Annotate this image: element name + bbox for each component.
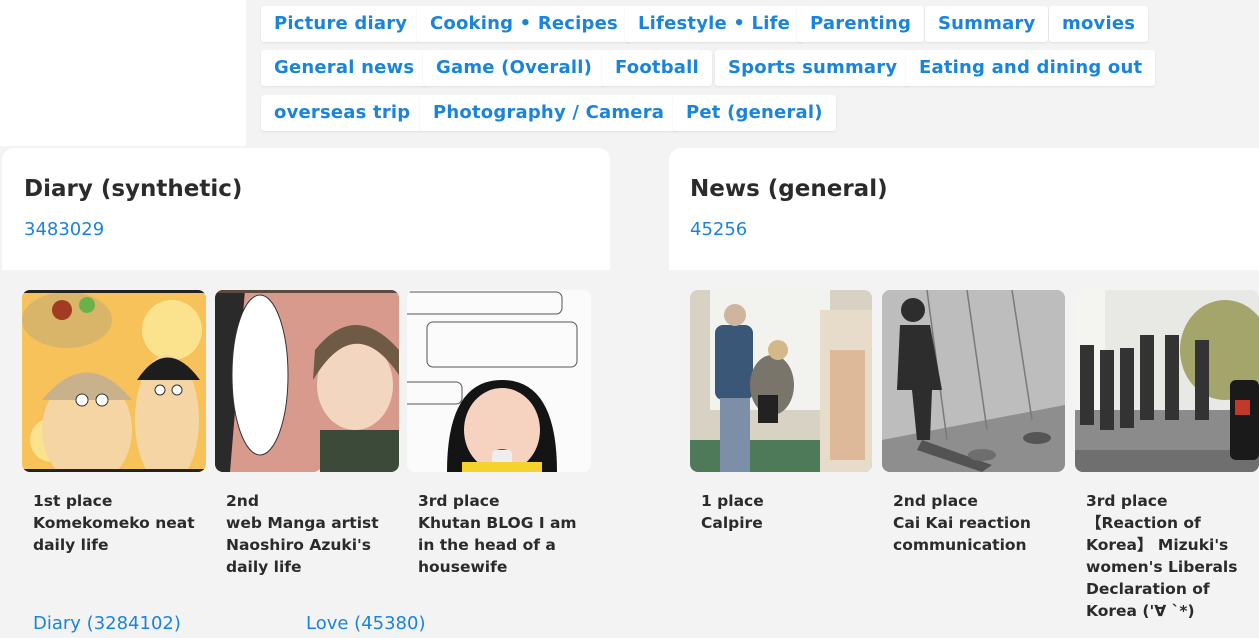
rank-label: 1st place	[33, 492, 113, 510]
subcategory-link-love[interactable]: Love (45380)	[306, 613, 425, 634]
card-count-link[interactable]: 45256	[690, 219, 747, 240]
category-tag-panel: Picture diary Cooking • Recipes Lifestyl…	[246, 0, 1259, 146]
blog-title[interactable]: 【Reaction of Korea】 Mizuki's women's Lib…	[1086, 512, 1256, 622]
tag-cooking-recipes[interactable]: Cooking • Recipes	[417, 6, 631, 42]
thumbnail-manga-2[interactable]	[215, 290, 399, 472]
rank-label: 1 place	[701, 492, 764, 510]
thumbnail-manga-1[interactable]	[22, 290, 206, 472]
blog-title[interactable]: Khutan BLOG I am in the head of a housew…	[418, 512, 588, 578]
subcategory-link-diary[interactable]: Diary (3284102)	[33, 613, 181, 634]
tag-overseas-trip[interactable]: overseas trip	[261, 95, 424, 131]
blog-title[interactable]: web Manga artist Naoshiro Azuki's daily …	[226, 512, 396, 578]
ranking-caption-3[interactable]: 3rd place Khutan BLOG I am in the head o…	[418, 490, 588, 578]
tag-general-news[interactable]: General news	[261, 50, 428, 86]
card-count-link[interactable]: 3483029	[24, 219, 104, 240]
card-title[interactable]: Diary (synthetic)	[24, 176, 242, 202]
tag-sports-summary[interactable]: Sports summary	[715, 50, 911, 86]
ranking-caption-3[interactable]: 3rd place 【Reaction of Korea】 Mizuki's w…	[1086, 490, 1256, 622]
blog-title[interactable]: Komekomeko neat daily life	[33, 512, 203, 556]
tag-pet-general[interactable]: Pet (general)	[673, 95, 836, 131]
card-header: Diary (synthetic) 3483029	[2, 148, 610, 270]
card-header: News (general) 45256	[669, 148, 1259, 270]
tag-photography-camera[interactable]: Photography / Camera	[420, 95, 678, 131]
rank-label: 2nd place	[893, 492, 978, 510]
ranking-caption-1[interactable]: 1 place Calpire	[701, 490, 871, 534]
top-left-blank	[0, 0, 246, 146]
thumbnail-news-1[interactable]	[690, 290, 872, 472]
blog-title[interactable]: Calpire	[701, 512, 871, 534]
thumbnail-news-3[interactable]	[1075, 290, 1259, 472]
tag-football[interactable]: Football	[602, 50, 712, 86]
rank-label: 3rd place	[418, 492, 500, 510]
rank-label: 3rd place	[1086, 492, 1168, 510]
diary-ranking-card: Diary (synthetic) 3483029 1st place Kome…	[2, 148, 610, 638]
tag-movies[interactable]: movies	[1049, 6, 1149, 42]
tag-game-overall[interactable]: Game (Overall)	[423, 50, 606, 86]
tag-parenting[interactable]: Parenting	[797, 6, 925, 42]
news-ranking-card: News (general) 45256 1 place Calpire 2nd…	[669, 148, 1259, 638]
ranking-caption-2[interactable]: 2nd web Manga artist Naoshiro Azuki's da…	[226, 490, 396, 578]
card-title[interactable]: News (general)	[690, 176, 888, 202]
rank-label: 2nd	[226, 492, 259, 510]
tag-lifestyle-life[interactable]: Lifestyle • Life	[625, 6, 804, 42]
tag-summary[interactable]: Summary	[925, 6, 1049, 42]
thumbnail-manga-3[interactable]	[407, 290, 591, 472]
ranking-caption-1[interactable]: 1st place Komekomeko neat daily life	[33, 490, 203, 556]
tag-eating-dining-out[interactable]: Eating and dining out	[906, 50, 1156, 86]
ranking-caption-2[interactable]: 2nd place Cai Kai reaction communication	[893, 490, 1063, 556]
thumbnail-news-2[interactable]	[882, 290, 1065, 472]
blog-title[interactable]: Cai Kai reaction communication	[893, 512, 1063, 556]
tag-picture-diary[interactable]: Picture diary	[261, 6, 421, 42]
